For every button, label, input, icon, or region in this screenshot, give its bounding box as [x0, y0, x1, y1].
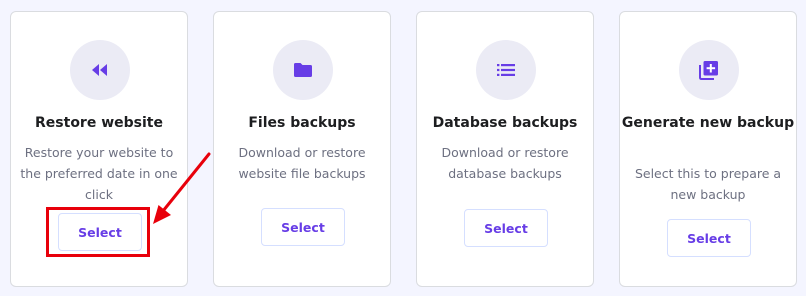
card-description: Download or restore website file backups: [238, 145, 366, 181]
folder-icon: [294, 63, 312, 77]
files-backups-select-button[interactable]: Select: [261, 208, 345, 246]
rewind-icon-circle: [70, 40, 130, 100]
folder-icon-circle: [273, 40, 333, 100]
list-icon-circle: [476, 40, 536, 100]
card-title: Database backups: [432, 115, 578, 131]
database-backups-card: Database backups Download or restore dat…: [416, 11, 594, 287]
rewind-icon: [92, 64, 107, 76]
card-description: Select this to prepare a new backup: [634, 166, 782, 202]
add-copy-icon: [699, 61, 718, 80]
card-description: Download or restore database backups: [441, 145, 569, 181]
restore-website-card: Restore website Restore your website to …: [10, 11, 188, 287]
card-title: Generate new backup: [621, 115, 795, 131]
restore-website-select-button[interactable]: Select: [58, 213, 142, 251]
add-copy-icon-circle: [679, 40, 739, 100]
list-icon: [497, 64, 515, 76]
card-description: Restore your website to the preferred da…: [20, 145, 178, 202]
database-backups-select-button[interactable]: Select: [464, 209, 548, 247]
files-backups-card: Files backups Download or restore websit…: [213, 11, 391, 287]
generate-new-backup-card: Generate new backup Select this to prepa…: [619, 11, 797, 287]
card-title: Restore website: [35, 115, 163, 131]
generate-new-backup-select-button[interactable]: Select: [667, 219, 751, 257]
card-title: Files backups: [248, 115, 356, 131]
